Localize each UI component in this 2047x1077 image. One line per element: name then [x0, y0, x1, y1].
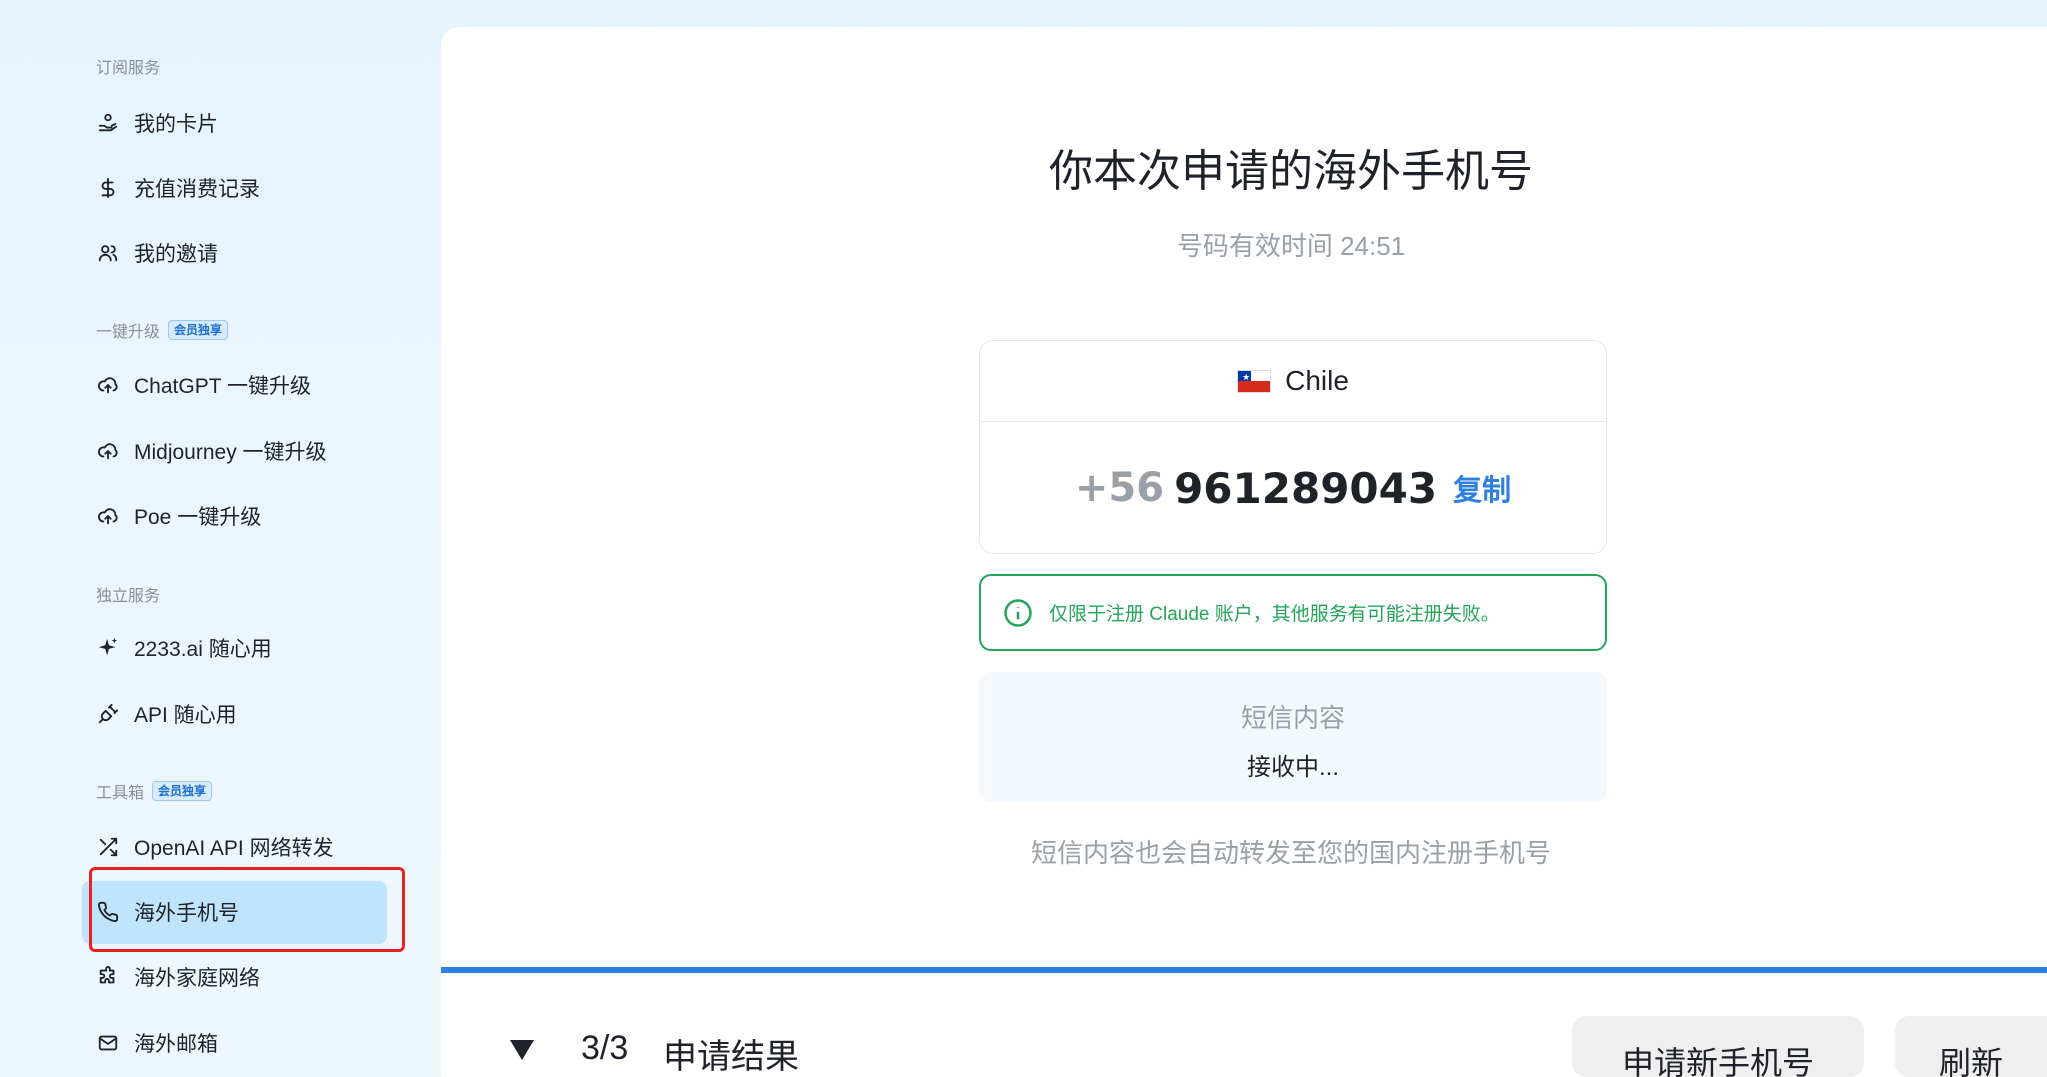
dollar-icon [96, 176, 120, 200]
sms-status: 接收中... [1246, 754, 1339, 781]
cloud-upload-icon [96, 504, 120, 528]
cloud-upload-icon [96, 439, 120, 463]
section-standalone: 独立服务 [96, 582, 160, 606]
country-row: ★ Chile [980, 341, 1606, 422]
member-badge: 会员独享 [152, 781, 213, 801]
sidebar-item-label: Poe 一键升级 [134, 506, 262, 529]
collapse-toggle-icon[interactable] [509, 1039, 535, 1065]
page-title: 你本次申请的海外手机号 [1049, 146, 1533, 197]
sidebar: 订阅服务 我的卡片 充值消费记录 我的邀请 一键升级 会员独享 ChatGPT … [0, 0, 440, 1077]
sidebar-item-2233ai[interactable]: 2233.ai 随心用 [96, 628, 272, 668]
info-icon [1004, 598, 1032, 627]
sidebar-item-label: ChatGPT 一键升级 [134, 375, 311, 398]
number-row: +56 961289043 复制 [980, 422, 1606, 554]
users-icon [96, 241, 120, 265]
apply-new-number-button[interactable]: 申请新手机号 [1572, 1016, 1864, 1077]
sidebar-item-label: 海外邮箱 [134, 1033, 218, 1056]
hand-coin-icon [96, 111, 120, 135]
country-code: +56 [1074, 465, 1165, 511]
sidebar-item-label: 我的邀请 [134, 243, 218, 266]
refresh-button[interactable]: 刷新 [1895, 1016, 2047, 1077]
sidebar-item-midjourney-upgrade[interactable]: Midjourney 一键升级 [96, 431, 327, 471]
puzzle-icon [96, 965, 120, 989]
sidebar-item-label: API 随心用 [134, 704, 237, 727]
sms-content-box: 短信内容 接收中... [979, 672, 1607, 802]
sidebar-item-label: 海外家庭网络 [134, 967, 260, 990]
forward-note: 短信内容也会自动转发至您的国内注册手机号 [1030, 838, 1551, 868]
sidebar-item-label: OpenAI API 网络转发 [134, 837, 334, 860]
phone-number-card: ★ Chile +56 961289043 复制 [979, 340, 1607, 554]
sidebar-item-label: 2233.ai 随心用 [134, 638, 272, 661]
section-title: 工具箱 [96, 785, 145, 802]
cloud-upload-icon [96, 373, 120, 397]
chile-flag-icon: ★ [1237, 369, 1272, 393]
sidebar-item-api[interactable]: API 随心用 [96, 694, 237, 734]
sidebar-item-invites[interactable]: 我的邀请 [96, 233, 218, 273]
copy-button[interactable]: 复制 [1453, 467, 1511, 509]
sms-title: 短信内容 [1240, 703, 1345, 733]
sidebar-item-chatgpt-upgrade[interactable]: ChatGPT 一键升级 [96, 365, 311, 405]
shuffle-icon [96, 835, 120, 859]
mail-icon [96, 1031, 120, 1055]
sidebar-item-overseas-mail[interactable]: 海外邮箱 [96, 1023, 218, 1063]
sidebar-item-billing[interactable]: 充值消费记录 [96, 168, 260, 208]
validity-timer: 号码有效时间 24:51 [1176, 231, 1406, 261]
sidebar-item-openai-forward[interactable]: OpenAI API 网络转发 [96, 827, 334, 867]
sidebar-item-label: 我的卡片 [134, 113, 218, 136]
member-badge: 会员独享 [168, 320, 229, 340]
result-count: 3/3 [581, 1029, 629, 1067]
section-title: 一键升级 [96, 324, 161, 341]
sparkle-icon [96, 636, 120, 660]
claude-only-notice: 仅限于注册 Claude 账户，其他服务有可能注册失败。 [979, 574, 1607, 651]
results-label: 申请结果 [663, 1038, 799, 1076]
country-name: Chile [1285, 365, 1349, 396]
section-subscription: 订阅服务 [96, 54, 160, 78]
phone-number: 961289043 [1174, 463, 1438, 513]
highlight-annotation-frame [89, 867, 405, 952]
sidebar-item-label: 充值消费记录 [134, 178, 260, 201]
section-toolbox: 工具箱 会员独享 [96, 779, 213, 803]
sidebar-item-label: Midjourney 一键升级 [134, 441, 327, 464]
section-title: 独立服务 [96, 588, 161, 605]
sidebar-item-poe-upgrade[interactable]: Poe 一键升级 [96, 496, 261, 536]
notice-text: 仅限于注册 Claude 账户，其他服务有可能注册失败。 [1049, 604, 1500, 625]
plug-icon [96, 702, 120, 726]
section-upgrade: 一键升级 会员独享 [96, 318, 229, 342]
sidebar-item-overseas-home-network[interactable]: 海外家庭网络 [96, 957, 260, 997]
main-panel: 你本次申请的海外手机号 号码有效时间 24:51 ★ Chile +56 961… [441, 27, 2047, 1077]
section-title: 订阅服务 [96, 60, 161, 77]
sidebar-item-my-cards[interactable]: 我的卡片 [96, 103, 218, 143]
